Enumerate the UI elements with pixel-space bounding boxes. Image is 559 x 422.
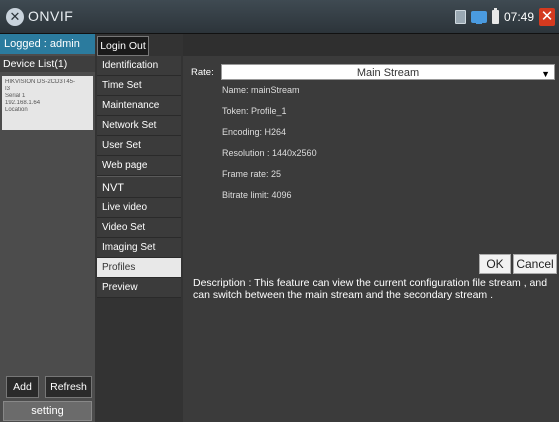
nav-item-maintenance[interactable]: Maintenance xyxy=(97,96,181,116)
left-panel: Logged : admin Device List(1) HIKVISION … xyxy=(0,34,95,422)
profile-bitrate: Bitrate limit: 4096 xyxy=(222,190,292,200)
nav-section-nvt: NVT xyxy=(97,176,181,198)
status-area: 07:49 ✕ xyxy=(454,6,555,28)
device-location: Location xyxy=(5,107,28,113)
profile-resolution: Resolution : 1440x2560 xyxy=(222,148,317,158)
stream-select[interactable]: Main Stream ▼ xyxy=(221,64,555,80)
profile-encoding: Encoding: H264 xyxy=(222,127,287,137)
profiles-panel: Rate: Main Stream ▼ Name: mainStream Tok… xyxy=(183,34,559,422)
app-title: ONVIF xyxy=(28,8,74,24)
device-list-header: Device List(1) xyxy=(0,56,95,72)
cancel-button[interactable]: Cancel xyxy=(513,254,557,274)
logged-in-status: Logged : admin xyxy=(0,34,95,54)
nav-item-web-page[interactable]: Web page xyxy=(97,156,181,176)
onvif-logo-icon: ✕ xyxy=(6,8,24,26)
description-text: Description : This feature can view the … xyxy=(193,277,548,301)
nav-item-live-video[interactable]: Live video xyxy=(97,198,181,218)
ok-button[interactable]: OK xyxy=(479,254,511,274)
calculator-icon[interactable] xyxy=(454,10,466,24)
refresh-button[interactable]: Refresh xyxy=(45,376,92,398)
rate-label: Rate: xyxy=(191,67,214,78)
network-icon xyxy=(470,11,487,24)
clock: 07:49 xyxy=(503,10,534,24)
close-icon[interactable]: ✕ xyxy=(539,8,555,26)
panel-header xyxy=(183,34,559,56)
nav-item-preview[interactable]: Preview xyxy=(97,278,181,298)
nav-item-video-set[interactable]: Video Set xyxy=(97,218,181,238)
nav-menu: Identification Time Set Maintenance Netw… xyxy=(97,56,181,298)
profile-frame-rate: Frame rate: 25 xyxy=(222,169,282,179)
dropdown-caret-icon: ▼ xyxy=(541,69,550,79)
nav-item-user-set[interactable]: User Set xyxy=(97,136,181,156)
nav-item-imaging-set[interactable]: Imaging Set xyxy=(97,238,181,258)
nav-item-time-set[interactable]: Time Set xyxy=(97,76,181,96)
device-serial: Serial 1 xyxy=(5,93,26,99)
add-button[interactable]: Add xyxy=(6,376,39,398)
profile-name: Name: mainStream xyxy=(222,85,300,95)
login-out-button[interactable]: Login Out xyxy=(97,36,149,56)
nav-item-identification[interactable]: Identification xyxy=(97,56,181,76)
device-card[interactable]: HIKVISION DS-2CD3T45- I3 Serial 1 192.16… xyxy=(2,76,93,130)
setting-button[interactable]: setting xyxy=(3,401,92,421)
battery-icon xyxy=(491,8,499,24)
nav-panel: Login Out Identification Time Set Mainte… xyxy=(95,34,183,422)
nav-item-network-set[interactable]: Network Set xyxy=(97,116,181,136)
nav-item-profiles[interactable]: Profiles xyxy=(97,258,181,278)
title-bar: ✕ ONVIF 07:49 ✕ xyxy=(0,0,559,34)
device-model: HIKVISION DS-2CD3T45- xyxy=(5,79,76,85)
device-model-suffix: I3 xyxy=(5,86,11,92)
stream-select-value: Main Stream xyxy=(356,67,420,79)
device-ip: 192.168.1.64 xyxy=(5,100,41,106)
profile-token: Token: Profile_1 xyxy=(222,106,287,116)
